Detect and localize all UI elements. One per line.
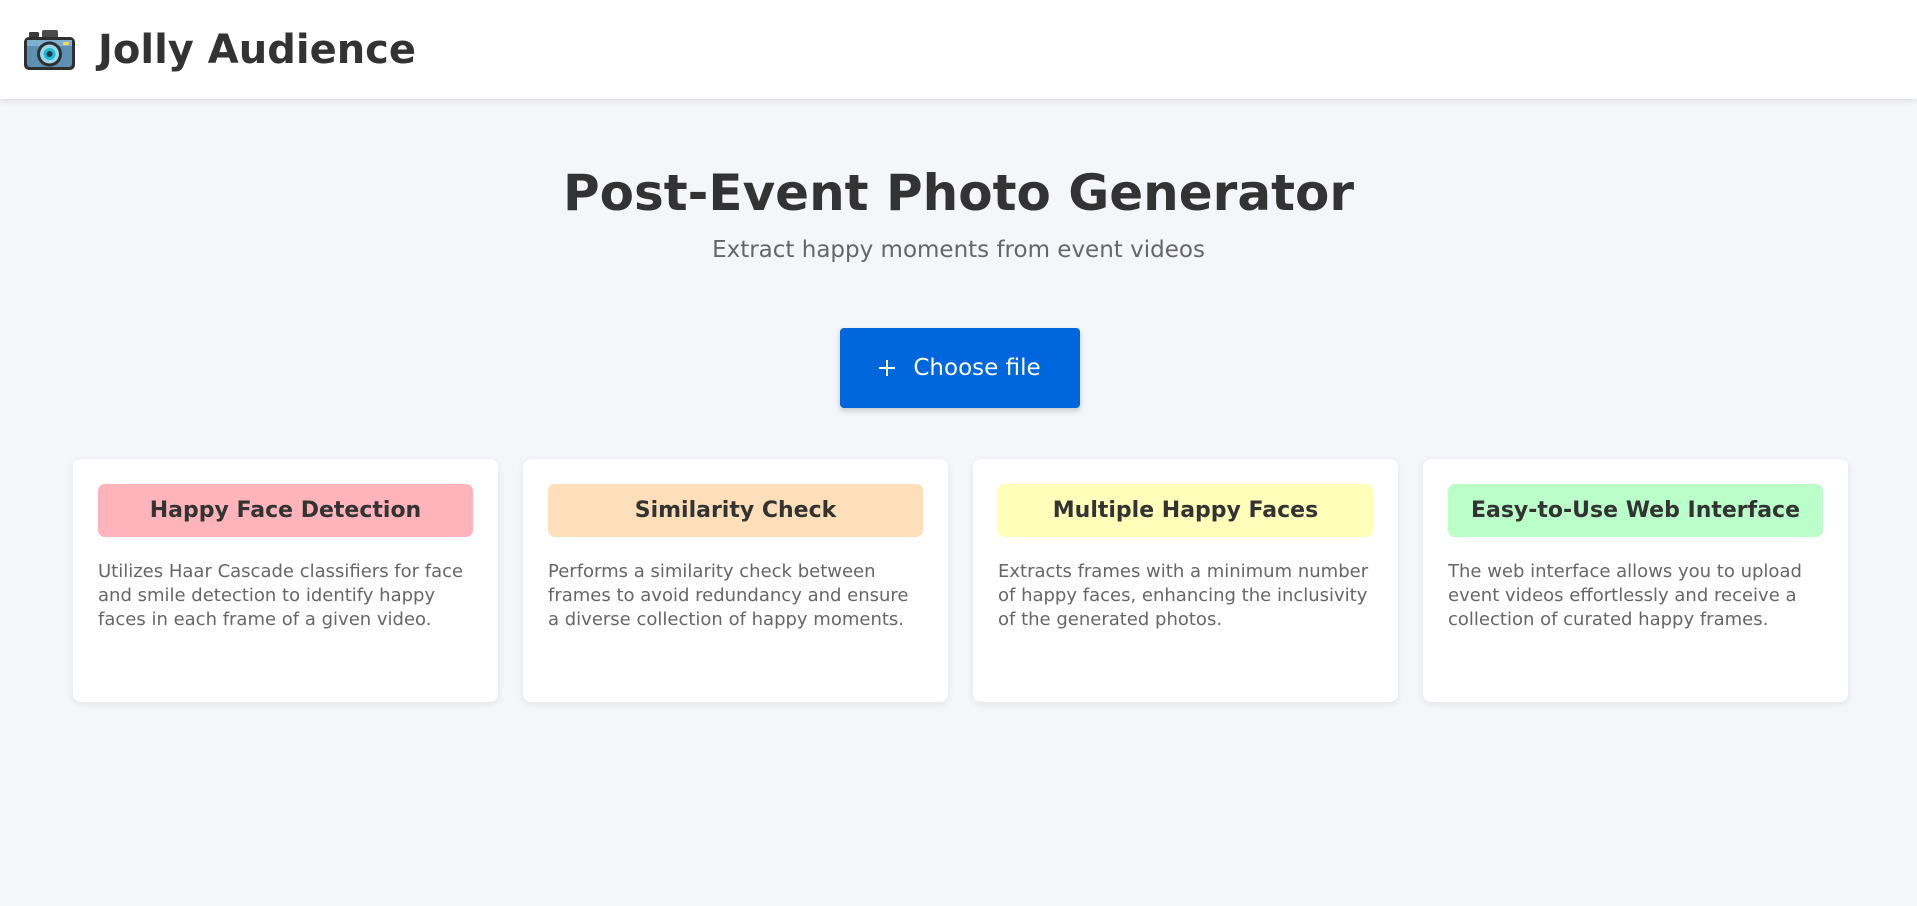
feature-description: Performs a similarity check between fram… bbox=[548, 561, 909, 630]
feature-cards: Happy Face Detection Utilizes Haar Casca… bbox=[73, 459, 1849, 702]
plus-icon bbox=[879, 360, 896, 376]
feature-card-happy-face-detection: Happy Face Detection Utilizes Haar Casca… bbox=[73, 459, 498, 702]
feature-description: Utilizes Haar Cascade classifiers for fa… bbox=[98, 561, 464, 630]
page-title: Post-Event Photo Generator bbox=[563, 164, 1354, 222]
feature-card-multiple-happy-faces: Multiple Happy Faces Extracts frames wit… bbox=[973, 459, 1398, 702]
camera-icon bbox=[24, 30, 75, 70]
top-header: Jolly Audience bbox=[0, 0, 1917, 99]
choose-file-button[interactable]: Choose file bbox=[840, 328, 1080, 408]
feature-description: Extracts frames with a minimum number of… bbox=[998, 561, 1369, 630]
page-subtitle: Extract happy moments from event videos bbox=[712, 237, 1205, 263]
app-title: Jolly Audience bbox=[98, 27, 417, 73]
choose-file-label: Choose file bbox=[913, 355, 1041, 381]
feature-description: The web interface allows you to upload e… bbox=[1448, 561, 1802, 630]
feature-title: Easy-to-Use Web Interface bbox=[1448, 484, 1823, 537]
feature-title: Happy Face Detection bbox=[98, 484, 473, 537]
feature-title: Similarity Check bbox=[548, 484, 923, 537]
feature-card-similarity-check: Similarity Check Performs a similarity c… bbox=[523, 459, 948, 702]
feature-card-easy-to-use-web-interface: Easy-to-Use Web Interface The web interf… bbox=[1423, 459, 1848, 702]
feature-title: Multiple Happy Faces bbox=[998, 484, 1373, 537]
